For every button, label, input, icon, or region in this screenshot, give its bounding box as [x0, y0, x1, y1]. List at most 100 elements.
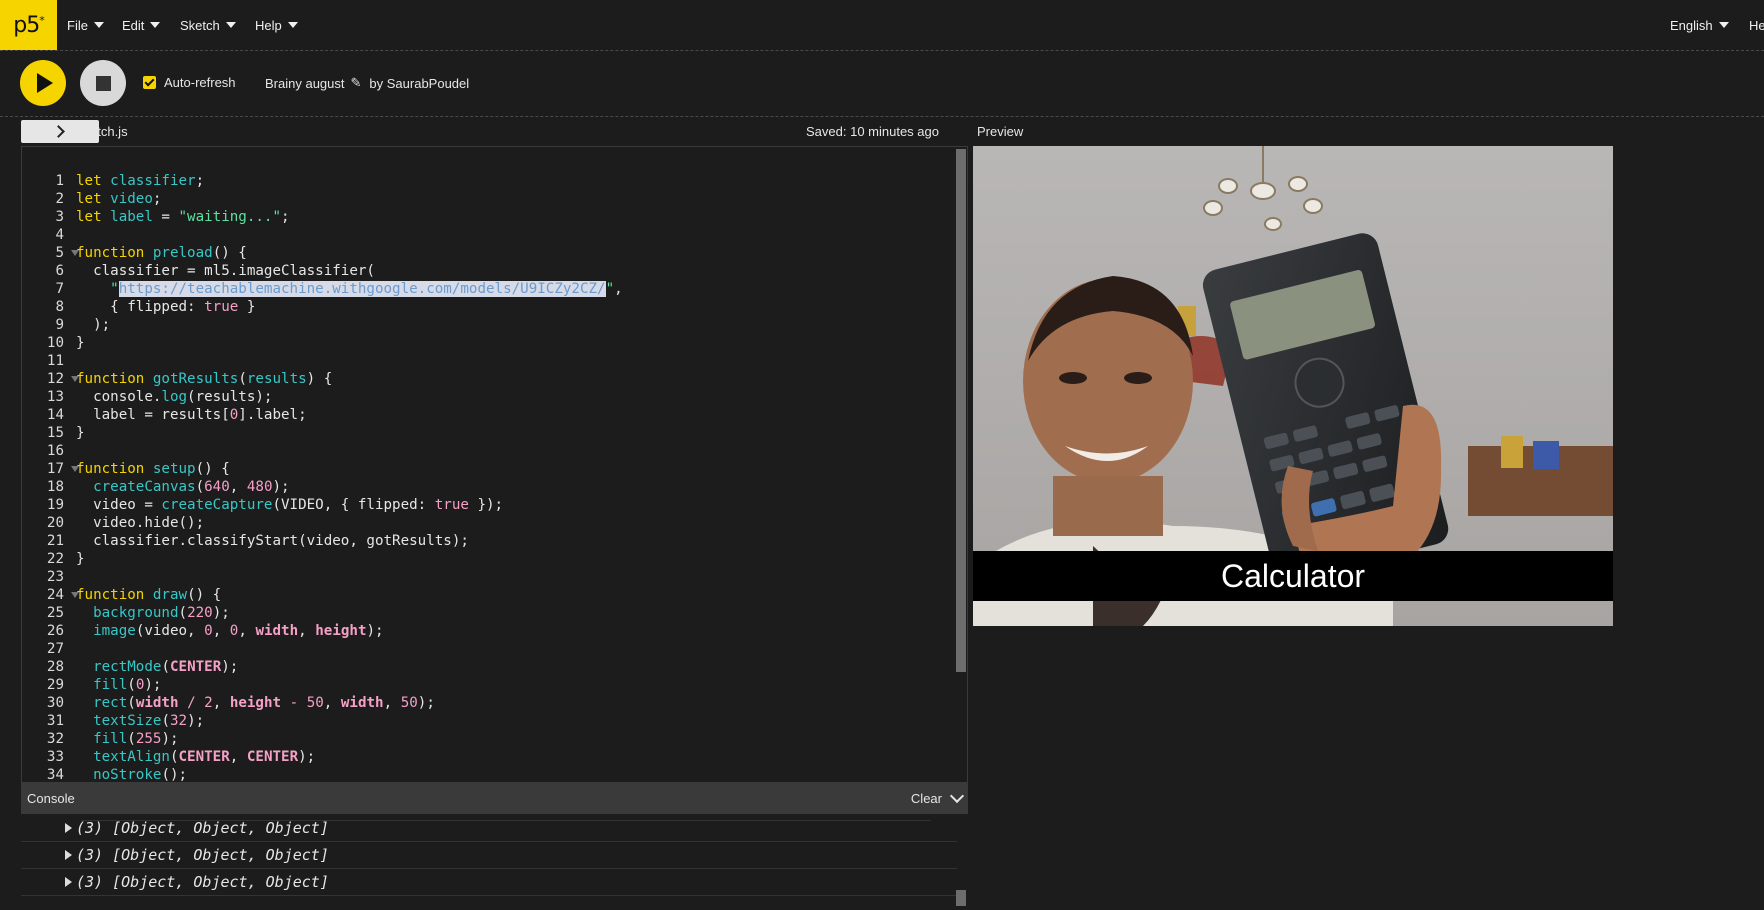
caret-down-icon: [225, 22, 236, 28]
code-line[interactable]: [76, 226, 953, 244]
console-scrollbar[interactable]: [956, 890, 966, 906]
menu-edit[interactable]: Edit: [122, 0, 161, 50]
toolbar: Auto-refresh Brainy august ✎ by SaurabPo…: [0, 51, 1764, 117]
console-log-entry[interactable]: (3) [Object, Object, Object]: [21, 869, 957, 896]
line-number: 15: [46, 425, 64, 441]
code-editor[interactable]: 1 2 3 4 5 6 7 8 9 10 11 12 13 14 15 16 17 18 19 20 21 22 23 24 2…: [21, 146, 968, 783]
line-number: 14: [46, 407, 64, 423]
console-header: Console Clear: [21, 783, 968, 814]
line-number: 2: [55, 191, 64, 207]
code-line[interactable]: { flipped: true }: [76, 298, 953, 316]
stop-button[interactable]: [80, 60, 126, 106]
console-title: Console: [27, 791, 75, 806]
language-selector[interactable]: English: [1670, 0, 1729, 50]
console-log-text: (3) [Object, Object, Object]: [76, 846, 329, 864]
console-clear-button[interactable]: Clear: [911, 791, 942, 806]
stop-icon: [95, 75, 111, 91]
p5-logo[interactable]: p5 *: [0, 0, 57, 50]
project-name[interactable]: Brainy august: [265, 76, 345, 91]
code-line[interactable]: classifier = ml5.imageClassifier(: [76, 262, 953, 280]
code-line[interactable]: let label = "waiting...";: [76, 208, 953, 226]
code-line[interactable]: textAlign(CENTER, CENTER);: [76, 748, 953, 766]
code-line[interactable]: label = results[0].label;: [76, 406, 953, 424]
autorefresh-label: Auto-refresh: [164, 75, 236, 90]
expand-triangle-icon[interactable]: [65, 850, 72, 860]
code-line[interactable]: [76, 640, 953, 658]
line-number: 8: [55, 299, 64, 315]
line-number: 31: [46, 713, 64, 729]
code-line[interactable]: video = createCapture(VIDEO, { flipped: …: [76, 496, 953, 514]
code-line[interactable]: }: [76, 424, 953, 442]
menu-sketch-label: Sketch: [180, 17, 220, 33]
play-icon: [37, 73, 53, 93]
file-name: sketch.js: [77, 124, 128, 139]
code-line[interactable]: classifier.classifyStart(video, gotResul…: [76, 532, 953, 550]
autorefresh-checkbox[interactable]: [143, 76, 156, 89]
code-line[interactable]: [76, 442, 953, 460]
caret-down-icon: [1718, 22, 1729, 28]
autorefresh-toggle[interactable]: Auto-refresh: [143, 75, 236, 90]
code-line[interactable]: [76, 568, 953, 586]
line-number: 5: [22, 244, 79, 262]
menu-help-label: Help: [255, 17, 282, 33]
line-number: 28: [46, 659, 64, 675]
line-number: 7: [55, 281, 64, 297]
code-line[interactable]: fill(255);: [76, 730, 953, 748]
line-number: 21: [46, 533, 64, 549]
code-line[interactable]: let classifier;: [76, 172, 953, 190]
line-number: 18: [46, 479, 64, 495]
code-line[interactable]: function draw() {: [76, 586, 953, 604]
code-line[interactable]: rect(width / 2, height - 50, width, 50);: [76, 694, 953, 712]
caret-down-icon: [93, 22, 104, 28]
code-line[interactable]: "https://teachablemachine.withgoogle.com…: [76, 280, 953, 298]
line-number: 12: [22, 370, 79, 388]
code-line[interactable]: video.hide();: [76, 514, 953, 532]
console-log-text: (3) [Object, Object, Object]: [76, 819, 329, 837]
console-log-entry[interactable]: (3) [Object, Object, Object]: [21, 815, 957, 842]
console-log-text: (3) [Object, Object, Object]: [76, 873, 329, 891]
expand-triangle-icon[interactable]: [65, 877, 72, 887]
code-line[interactable]: textSize(32);: [76, 712, 953, 730]
editor-scrollbar[interactable]: [956, 149, 966, 672]
menu-file[interactable]: File: [67, 0, 104, 50]
code-line[interactable]: );: [76, 316, 953, 334]
line-number: 27: [46, 641, 64, 657]
line-number: 33: [46, 749, 64, 765]
line-number: 10: [46, 335, 64, 351]
line-number: 9: [55, 317, 64, 333]
line-number: 30: [46, 695, 64, 711]
code-line[interactable]: background(220);: [76, 604, 953, 622]
menu-edit-label: Edit: [122, 17, 145, 33]
line-number: 1: [55, 173, 64, 189]
line-number: 29: [46, 677, 64, 693]
line-number: 32: [46, 731, 64, 747]
code-line[interactable]: function setup() {: [76, 460, 953, 478]
line-number: 17: [22, 460, 79, 478]
classification-label: Calculator: [1220, 558, 1366, 594]
code-line[interactable]: }: [76, 334, 953, 352]
nav-cut-item[interactable]: He: [1749, 0, 1764, 50]
code-line[interactable]: console.log(results);: [76, 388, 953, 406]
sketch-preview[interactable]: Calculator: [973, 146, 1613, 626]
code-line[interactable]: function preload() {: [76, 244, 953, 262]
code-line[interactable]: rectMode(CENTER);: [76, 658, 953, 676]
project-author[interactable]: by SaurabPoudel: [369, 76, 469, 91]
code-line[interactable]: noStroke();: [76, 766, 953, 782]
pencil-icon[interactable]: ✎: [351, 75, 362, 91]
code-line[interactable]: image(video, 0, 0, width, height);: [76, 622, 953, 640]
code-line[interactable]: function gotResults(results) {: [76, 370, 953, 388]
line-number: 24: [22, 586, 79, 604]
chevron-down-icon[interactable]: [949, 788, 965, 804]
project-info: Brainy august ✎ by SaurabPoudel: [265, 75, 469, 91]
menu-sketch[interactable]: Sketch: [180, 0, 236, 50]
code-line[interactable]: }: [76, 550, 953, 568]
play-button[interactable]: [20, 60, 66, 106]
chevron-right-icon: [51, 125, 65, 138]
code-line[interactable]: let video;: [76, 190, 953, 208]
console-log-entry[interactable]: (3) [Object, Object, Object]: [21, 842, 957, 869]
expand-triangle-icon[interactable]: [65, 823, 72, 833]
code-line[interactable]: fill(0);: [76, 676, 953, 694]
code-line[interactable]: createCanvas(640, 480);: [76, 478, 953, 496]
menu-help[interactable]: Help: [255, 0, 298, 50]
code-line[interactable]: [76, 352, 953, 370]
